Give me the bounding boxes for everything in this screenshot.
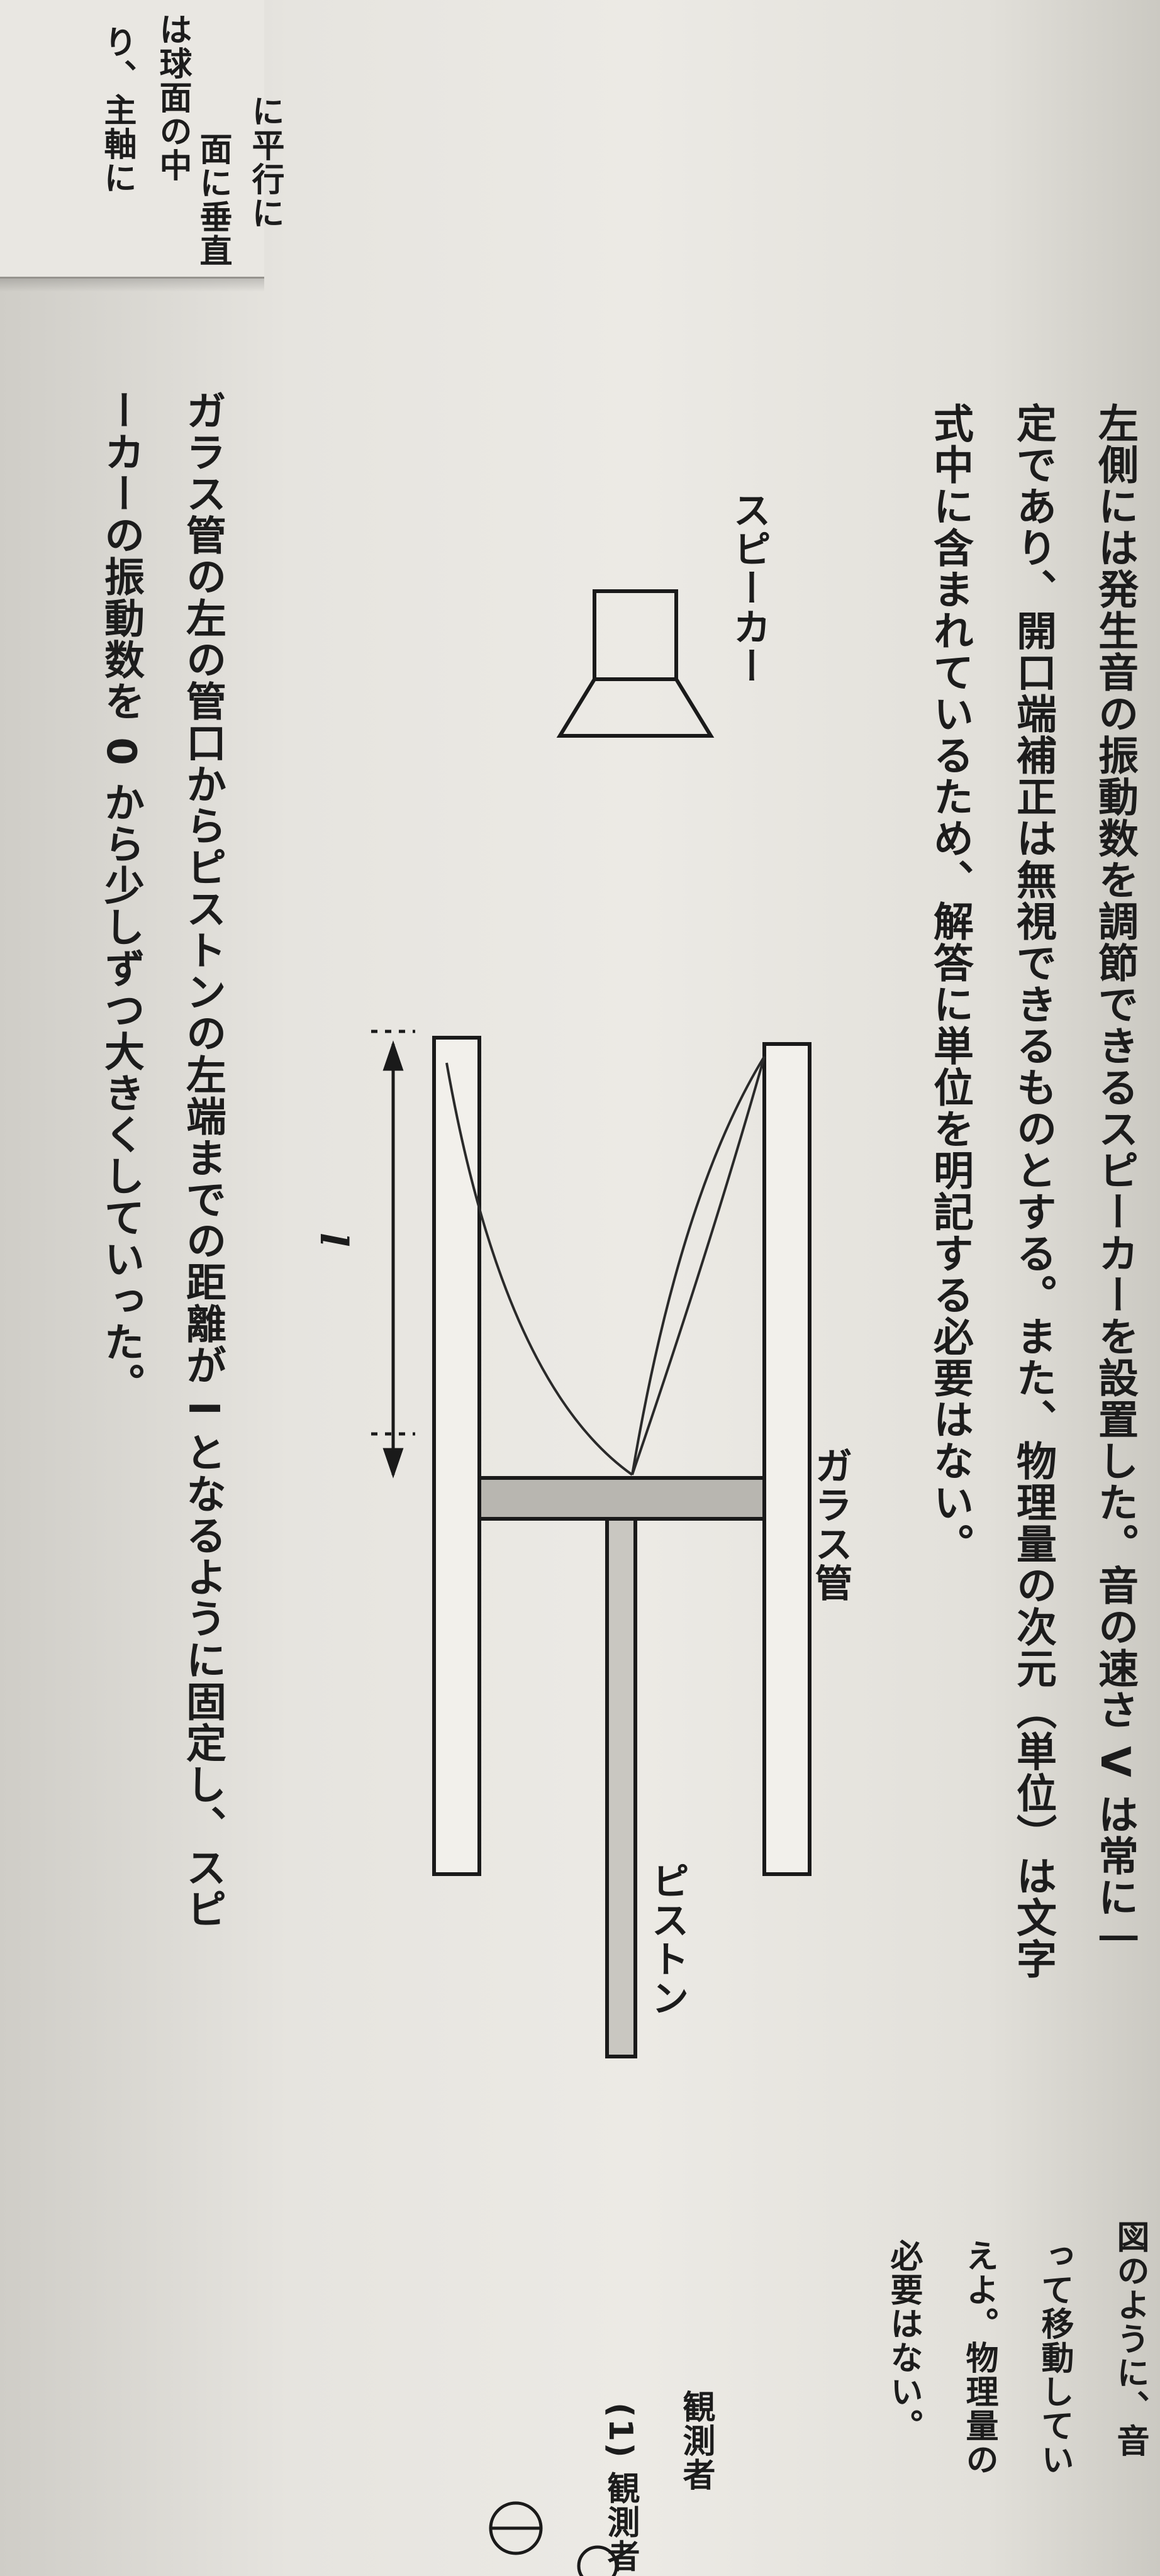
observer-figure-fragment — [489, 2501, 618, 2576]
